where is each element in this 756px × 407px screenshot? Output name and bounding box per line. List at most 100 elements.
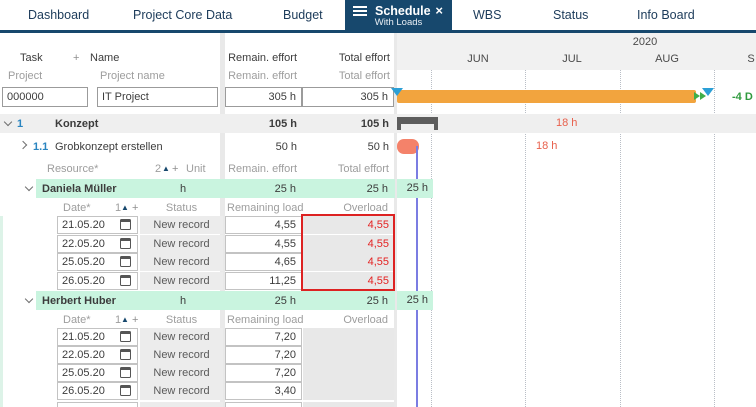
col-header-date[interactable]: Date* [63, 314, 103, 326]
subheader-project-name: Project name [100, 70, 190, 82]
col-header-total-effort: Total effort [302, 163, 389, 175]
remaining-load-field[interactable]: 7,20 [225, 346, 302, 364]
resource-remain-effort: 25 h [225, 295, 296, 307]
tab-info-board[interactable]: Info Board [637, 0, 695, 30]
gantt-load-label: 25 h [397, 179, 433, 198]
tab-project-core-data[interactable]: Project Core Data [133, 0, 232, 30]
remaining-load-field[interactable]: 7,20 [225, 364, 302, 382]
task-name: Grobkonzept erstellen [55, 141, 195, 153]
task-total-effort: 105 h [302, 118, 389, 130]
date-field[interactable] [57, 402, 138, 407]
remaining-load-field[interactable]: 3,40 [225, 382, 302, 400]
calendar-icon[interactable] [120, 367, 131, 378]
schedule-with-loads-view: Dashboard Project Core Data Budget Sched… [0, 0, 756, 407]
calendar-icon[interactable] [120, 331, 131, 342]
hamburger-icon[interactable] [353, 4, 367, 18]
top-nav: Dashboard Project Core Data Budget Sched… [0, 0, 756, 33]
status-cell: New record [140, 235, 223, 253]
col-header-remain-effort: Remain. effort [225, 163, 297, 175]
remaining-load-field[interactable]: 4,55 [225, 216, 302, 234]
project-total-effort-field[interactable]: 305 h [302, 87, 394, 107]
status-cell: New record [140, 382, 223, 400]
timeline-month-aug: AUG [620, 53, 714, 65]
chevron-down-icon[interactable] [25, 183, 33, 191]
timeline-month-jul: JUL [525, 53, 619, 65]
sort-asc-icon[interactable]: ▲ [121, 203, 129, 212]
status-cell: New record [140, 346, 223, 364]
task-number: 1.1 [33, 141, 55, 153]
status-cell: New record [140, 216, 223, 234]
gantt-load-label: 25 h [397, 291, 433, 310]
remaining-load-field[interactable]: 7,20 [225, 328, 302, 346]
add-date-icon[interactable]: + [132, 314, 138, 326]
status-cell: New record [140, 364, 223, 382]
remaining-load-field[interactable] [225, 402, 302, 407]
col-header-remaining-load: Remaining load [227, 314, 307, 326]
calendar-icon[interactable] [120, 238, 131, 249]
sort-asc-icon[interactable]: ▲ [162, 164, 170, 173]
tab-wbs[interactable]: WBS [473, 0, 501, 30]
resource-remain-effort: 25 h [225, 183, 296, 195]
add-resource-icon[interactable]: + [172, 163, 178, 175]
add-column-icon[interactable]: + [73, 52, 79, 64]
col-header-overload: Overload [302, 202, 388, 214]
chevron-right-icon[interactable] [19, 141, 27, 149]
calendar-icon[interactable] [120, 275, 131, 286]
resource-name: Daniela Müller [42, 183, 152, 195]
schedule-delta-label: -4 D [732, 91, 756, 103]
milestone-start-marker-icon[interactable] [391, 88, 403, 96]
col-header-resource[interactable]: Resource* [47, 163, 117, 175]
col-header-overload: Overload [302, 314, 388, 326]
task-name: Konzept [55, 118, 175, 130]
overload-cell [303, 382, 394, 400]
subheader-project: Project [8, 70, 68, 82]
status-cell: New record [140, 328, 223, 346]
overload-cell [303, 346, 394, 364]
resource-total-effort: 25 h [302, 183, 388, 195]
overload-cell: 4,55 [303, 216, 394, 234]
col-header-name[interactable]: Name [90, 52, 170, 64]
calendar-icon[interactable] [120, 385, 131, 396]
project-name-field[interactable]: IT Project [97, 87, 218, 107]
remaining-load-field[interactable]: 4,55 [225, 235, 302, 253]
task-number: 1 [17, 118, 37, 130]
tab-dashboard[interactable]: Dashboard [28, 0, 89, 30]
timeline-year: 2020 [600, 36, 690, 48]
add-date-icon[interactable]: + [132, 202, 138, 214]
col-header-remain-effort[interactable]: Remain. effort [225, 52, 297, 64]
close-icon[interactable]: × [435, 3, 443, 18]
project-id-field[interactable]: 000000 [2, 87, 88, 107]
remaining-load-field[interactable]: 11,25 [225, 272, 302, 290]
calendar-icon[interactable] [120, 256, 131, 267]
tab-budget[interactable]: Budget [283, 0, 323, 30]
tab-schedule-active[interactable]: Schedule × With Loads [345, 0, 452, 30]
status-cell: New record [140, 272, 223, 290]
row-group-indicator [0, 216, 3, 407]
task-total-effort: 50 h [302, 141, 389, 153]
overload-cell [303, 364, 394, 382]
timeline-month-sep-partial: S [745, 53, 756, 65]
calendar-icon[interactable] [120, 219, 131, 230]
tab-schedule-sublabel: With Loads [345, 17, 452, 28]
sort-asc-icon[interactable]: ▲ [121, 315, 129, 324]
overload-cell: 4,55 [303, 253, 394, 271]
gantt-bar-it-project[interactable] [397, 90, 696, 103]
col-header-status: Status [140, 202, 223, 214]
subheader-remain-effort: Remain. effort [225, 70, 297, 82]
col-header-unit[interactable]: Unit [186, 163, 216, 175]
calendar-icon[interactable] [120, 349, 131, 360]
chevron-down-icon[interactable] [25, 295, 33, 303]
project-remain-effort-field[interactable]: 305 h [225, 87, 302, 107]
gantt-summary-bar-konzept[interactable] [397, 117, 438, 124]
task-remain-effort: 105 h [225, 118, 297, 130]
milestone-end-marker-icon[interactable] [702, 88, 714, 96]
col-header-date[interactable]: Date* [63, 202, 103, 214]
tab-status[interactable]: Status [553, 0, 588, 30]
remaining-load-field[interactable]: 4,65 [225, 253, 302, 271]
overload-hours-label: 18 h [556, 117, 586, 129]
col-header-task[interactable]: Task [20, 52, 70, 64]
resource-name: Herbert Huber [42, 295, 152, 307]
col-header-remaining-load: Remaining load [227, 202, 307, 214]
overload-cell [303, 328, 394, 346]
col-header-total-effort[interactable]: Total effort [310, 52, 390, 64]
